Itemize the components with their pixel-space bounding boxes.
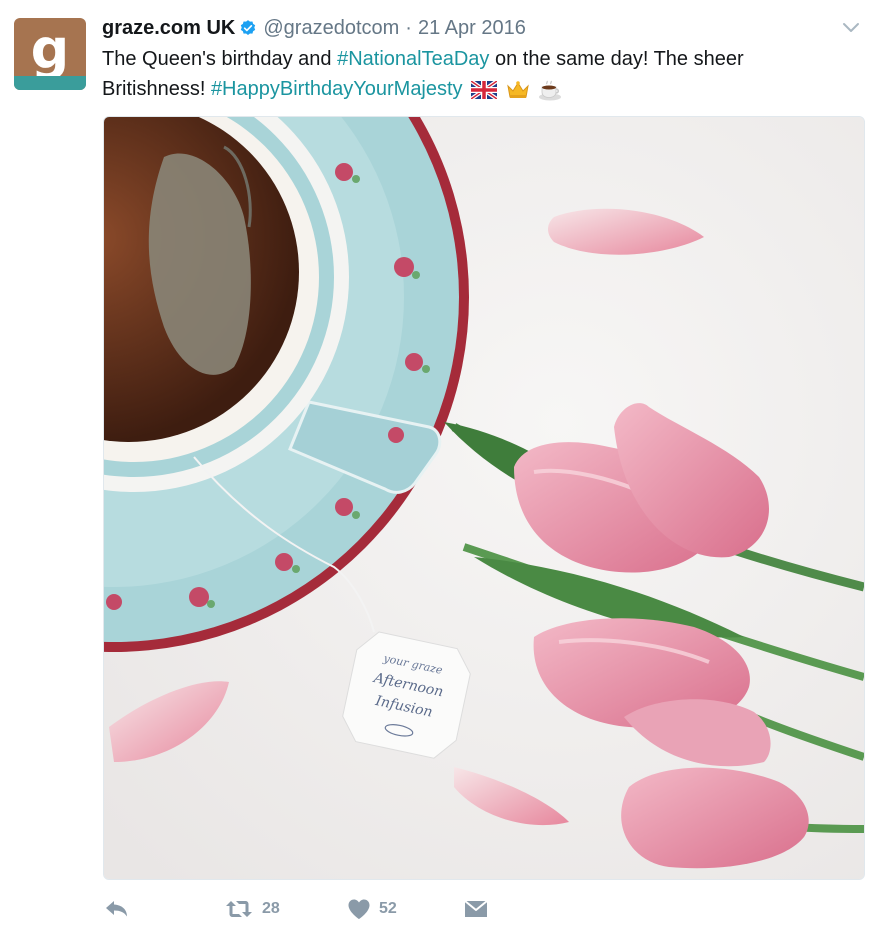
reply-button[interactable] (104, 898, 130, 920)
retweet-icon (226, 901, 252, 917)
direct-message-button[interactable] (463, 898, 489, 920)
avatar-letter: g (30, 18, 70, 81)
crown-icon (506, 80, 529, 98)
tea-tag: your graze Afternoon Infusion (342, 631, 471, 759)
tweet-text-part: The Queen's birthday and (102, 48, 338, 70)
hashtag-link[interactable]: #NationalTeaDay (337, 48, 489, 70)
display-name[interactable]: graze.com UK (102, 17, 235, 40)
coffee-cup-icon (539, 80, 562, 101)
heart-icon (348, 899, 370, 919)
retweet-button[interactable]: 28 (224, 898, 280, 920)
tweet-text: The Queen's birthday and #NationalTeaDay… (102, 44, 842, 104)
tweet-photo[interactable]: your graze Afternoon Infusion (103, 116, 865, 880)
reply-icon (106, 901, 127, 917)
avatar[interactable]: g (14, 18, 86, 90)
retweet-count: 28 (262, 900, 280, 917)
envelope-icon (464, 900, 488, 917)
chevron-down-icon[interactable] (840, 16, 862, 38)
tea-and-tulips-illustration: your graze Afternoon Infusion (104, 117, 864, 879)
handle[interactable]: @grazedotcom (263, 17, 399, 40)
like-button[interactable]: 52 (347, 898, 397, 920)
uk-flag-icon (471, 80, 498, 99)
hashtag-link[interactable]: #HappyBirthdayYourMajesty (211, 78, 463, 100)
timestamp[interactable]: 21 Apr 2016 (418, 17, 526, 40)
avatar-band (14, 76, 86, 90)
verified-badge-icon (241, 20, 256, 35)
tweet-header: graze.com UK @grazedotcom · 21 Apr 2016 (102, 14, 526, 42)
like-count: 52 (379, 900, 397, 917)
separator-dot: · (405, 16, 412, 39)
